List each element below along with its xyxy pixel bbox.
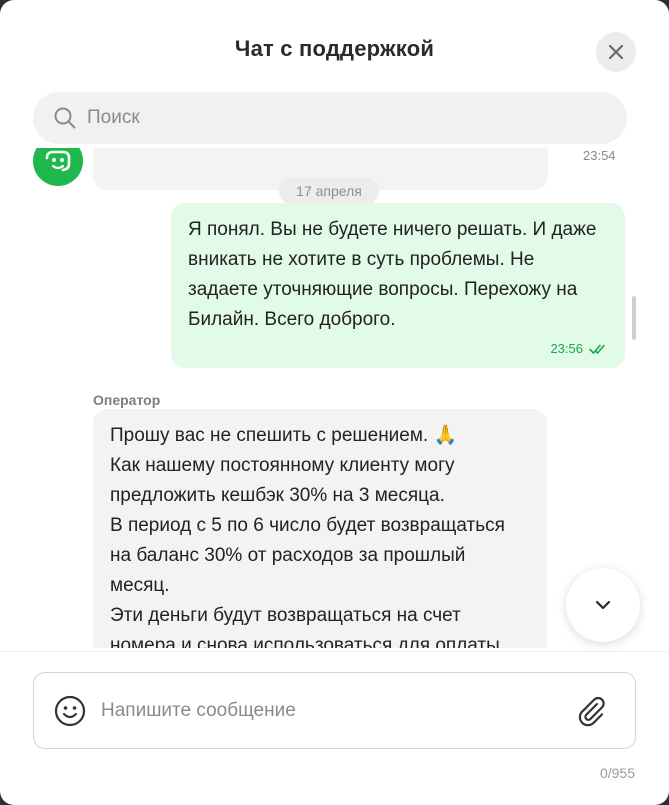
message-time: 23:54 (583, 148, 616, 163)
operator-avatar (33, 148, 83, 186)
operator-message-text: Прошу вас не спешить с решением. 🙏 Как н… (110, 425, 505, 648)
close-button[interactable] (596, 32, 636, 72)
scroll-to-bottom-button[interactable] (566, 568, 640, 642)
message-time: 23:56 (550, 341, 583, 356)
message-input[interactable] (101, 699, 541, 722)
scrollbar-thumb[interactable] (632, 296, 636, 340)
bot-avatar-icon (45, 150, 71, 172)
dialog-title: Чат с поддержкой (234, 36, 435, 61)
user-message-meta: 23:56 (550, 341, 607, 356)
emoji-button[interactable] (53, 694, 87, 728)
support-chat-dialog: Чат с поддержкой 23:54 17 апреля Я понял… (0, 0, 669, 805)
search-input[interactable] (87, 107, 567, 129)
close-icon (608, 44, 624, 60)
operator-message-bubble[interactable]: Прошу вас не спешить с решением. 🙏 Как н… (93, 409, 547, 648)
paperclip-icon (578, 696, 605, 727)
message-composer[interactable] (33, 672, 636, 749)
sender-name: Оператор (93, 392, 161, 408)
user-message-text: Я понял. Вы не будете ничего решать. И д… (188, 219, 597, 330)
emoji-icon (54, 695, 86, 726)
character-counter: 0/955 (599, 765, 635, 781)
attach-file-button[interactable] (573, 693, 609, 729)
message-list[interactable]: 23:54 17 апреля Я понял. Вы не будете ни… (0, 148, 669, 648)
composer-divider (0, 651, 669, 652)
chevron-down-icon (595, 600, 611, 610)
search-icon (54, 107, 76, 129)
search-bar[interactable] (33, 92, 627, 144)
user-message-bubble[interactable]: Я понял. Вы не будете ничего решать. И д… (171, 203, 625, 368)
date-divider: 17 апреля (279, 177, 379, 205)
double-check-icon (589, 344, 605, 354)
